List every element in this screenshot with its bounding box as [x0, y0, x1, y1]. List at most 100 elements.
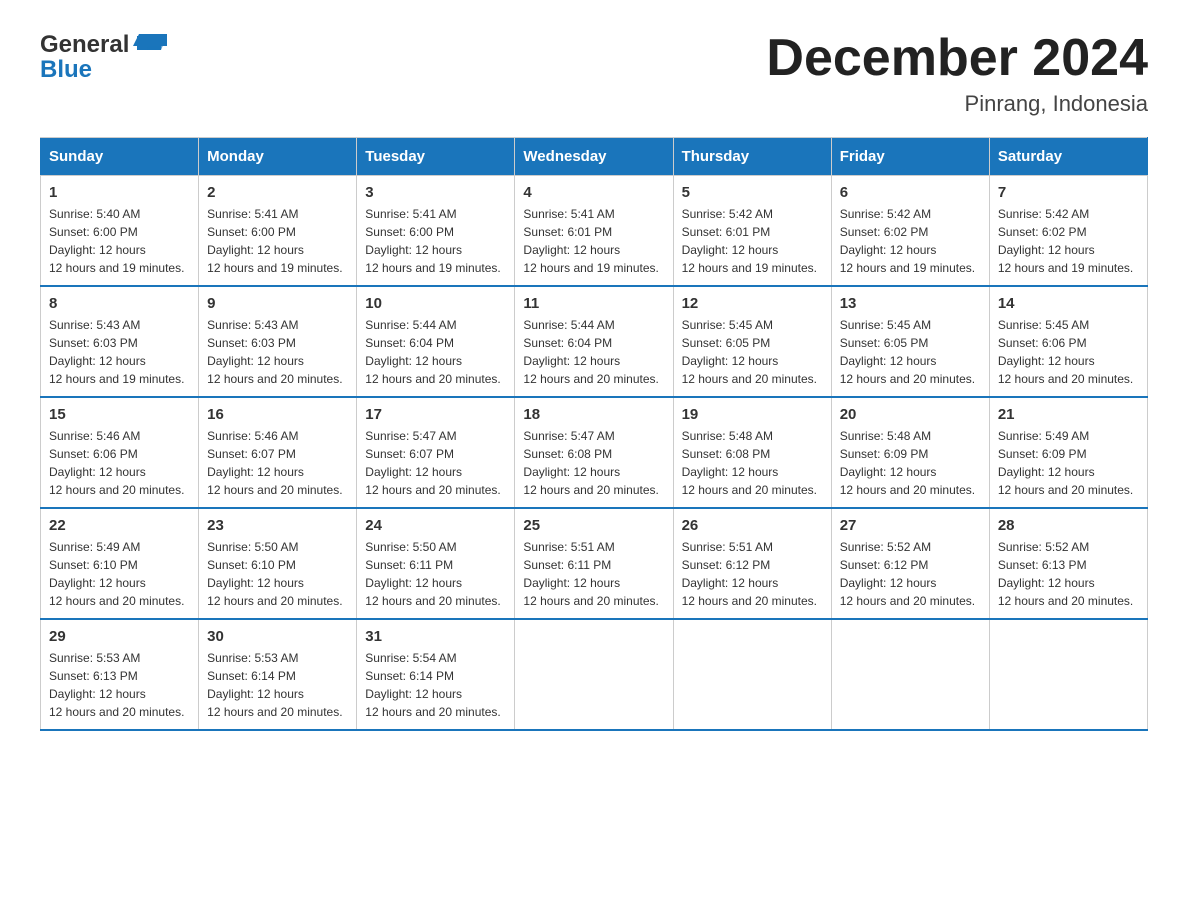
day-info: Sunrise: 5:52 AMSunset: 6:12 PMDaylight:… [840, 538, 981, 610]
calendar-day-cell: 19 Sunrise: 5:48 AMSunset: 6:08 PMDayligh… [673, 397, 831, 508]
day-number: 31 [365, 628, 506, 645]
day-info: Sunrise: 5:54 AMSunset: 6:14 PMDaylight:… [365, 649, 506, 721]
day-info: Sunrise: 5:50 AMSunset: 6:10 PMDaylight:… [207, 538, 348, 610]
calendar-day-cell: 22Sunrise: 5:49 AMSunset: 6:10 PMDayligh… [41, 508, 199, 619]
day-info: Sunrise: 5:49 AMSunset: 6:10 PMDaylight:… [49, 538, 190, 610]
calendar-day-cell [989, 619, 1147, 730]
day-info: Sunrise: 5:51 AMSunset: 6:12 PMDaylight:… [682, 538, 823, 610]
day-number: 4 [523, 184, 664, 201]
day-info: Sunrise: 5:41 AMSunset: 6:01 PMDaylight:… [523, 205, 664, 277]
day-info: Sunrise: 5:40 AMSunset: 6:00 PMDaylight:… [49, 205, 190, 277]
day-number: 26 [682, 517, 823, 534]
calendar-day-cell: 18Sunrise: 5:47 AMSunset: 6:08 PMDayligh… [515, 397, 673, 508]
day-number: 1 [49, 184, 190, 201]
calendar-day-cell: 7 Sunrise: 5:42 AMSunset: 6:02 PMDaylight… [989, 176, 1147, 287]
day-info: Sunrise: 5:49 AMSunset: 6:09 PMDaylight:… [998, 427, 1139, 499]
calendar-day-cell: 26 Sunrise: 5:51 AMSunset: 6:12 PMDayligh… [673, 508, 831, 619]
calendar-week-row: 22Sunrise: 5:49 AMSunset: 6:10 PMDayligh… [41, 508, 1148, 619]
calendar-day-cell: 29 Sunrise: 5:53 AMSunset: 6:13 PMDayligh… [41, 619, 199, 730]
calendar-day-cell: 21 Sunrise: 5:49 AMSunset: 6:09 PMDayligh… [989, 397, 1147, 508]
day-info: Sunrise: 5:46 AMSunset: 6:06 PMDaylight:… [49, 427, 190, 499]
day-number: 6 [840, 184, 981, 201]
calendar-day-cell: 15 Sunrise: 5:46 AMSunset: 6:06 PMDayligh… [41, 397, 199, 508]
day-info: Sunrise: 5:41 AMSunset: 6:00 PMDaylight:… [365, 205, 506, 277]
weekday-header-row: SundayMondayTuesdayWednesdayThursdayFrid… [41, 138, 1148, 176]
header: General Blue December 2024 Pinrang, Indo… [40, 30, 1148, 117]
calendar-day-cell: 10 Sunrise: 5:44 AMSunset: 6:04 PMDayligh… [357, 286, 515, 397]
day-number: 18 [523, 406, 664, 423]
calendar-day-cell: 31 Sunrise: 5:54 AMSunset: 6:14 PMDayligh… [357, 619, 515, 730]
day-info: Sunrise: 5:47 AMSunset: 6:07 PMDaylight:… [365, 427, 506, 499]
calendar-day-cell: 3 Sunrise: 5:41 AMSunset: 6:00 PMDaylight… [357, 176, 515, 287]
calendar-day-cell: 8 Sunrise: 5:43 AMSunset: 6:03 PMDaylight… [41, 286, 199, 397]
calendar-day-cell [831, 619, 989, 730]
calendar-week-row: 29 Sunrise: 5:53 AMSunset: 6:13 PMDayligh… [41, 619, 1148, 730]
weekday-header: Thursday [673, 138, 831, 176]
day-number: 9 [207, 295, 348, 312]
calendar-week-row: 8 Sunrise: 5:43 AMSunset: 6:03 PMDaylight… [41, 286, 1148, 397]
day-info: Sunrise: 5:41 AMSunset: 6:00 PMDaylight:… [207, 205, 348, 277]
calendar-day-cell: 16Sunrise: 5:46 AMSunset: 6:07 PMDayligh… [199, 397, 357, 508]
day-number: 7 [998, 184, 1139, 201]
calendar-subtitle: Pinrang, Indonesia [766, 91, 1148, 117]
day-info: Sunrise: 5:46 AMSunset: 6:07 PMDaylight:… [207, 427, 348, 499]
calendar-day-cell: 11 Sunrise: 5:44 AMSunset: 6:04 PMDayligh… [515, 286, 673, 397]
calendar-day-cell: 2 Sunrise: 5:41 AMSunset: 6:00 PMDaylight… [199, 176, 357, 287]
weekday-header: Sunday [41, 138, 199, 176]
weekday-header: Tuesday [357, 138, 515, 176]
day-number: 25 [523, 517, 664, 534]
logo-general-text: General [40, 31, 129, 59]
day-number: 14 [998, 295, 1139, 312]
day-number: 29 [49, 628, 190, 645]
day-number: 19 [682, 406, 823, 423]
day-number: 11 [523, 295, 664, 312]
day-info: Sunrise: 5:45 AMSunset: 6:06 PMDaylight:… [998, 316, 1139, 388]
day-number: 13 [840, 295, 981, 312]
day-number: 5 [682, 184, 823, 201]
calendar-day-cell [673, 619, 831, 730]
calendar-week-row: 15 Sunrise: 5:46 AMSunset: 6:06 PMDayligh… [41, 397, 1148, 508]
calendar-day-cell: 4 Sunrise: 5:41 AMSunset: 6:01 PMDaylight… [515, 176, 673, 287]
day-info: Sunrise: 5:42 AMSunset: 6:01 PMDaylight:… [682, 205, 823, 277]
day-number: 12 [682, 295, 823, 312]
day-number: 27 [840, 517, 981, 534]
calendar-table: SundayMondayTuesdayWednesdayThursdayFrid… [40, 137, 1148, 731]
day-info: Sunrise: 5:45 AMSunset: 6:05 PMDaylight:… [682, 316, 823, 388]
weekday-header: Saturday [989, 138, 1147, 176]
day-info: Sunrise: 5:50 AMSunset: 6:11 PMDaylight:… [365, 538, 506, 610]
calendar-day-cell: 28Sunrise: 5:52 AMSunset: 6:13 PMDayligh… [989, 508, 1147, 619]
calendar-day-cell: 23 Sunrise: 5:50 AMSunset: 6:10 PMDayligh… [199, 508, 357, 619]
day-number: 10 [365, 295, 506, 312]
day-number: 21 [998, 406, 1139, 423]
day-info: Sunrise: 5:43 AMSunset: 6:03 PMDaylight:… [207, 316, 348, 388]
day-info: Sunrise: 5:48 AMSunset: 6:08 PMDaylight:… [682, 427, 823, 499]
day-number: 15 [49, 406, 190, 423]
day-info: Sunrise: 5:44 AMSunset: 6:04 PMDaylight:… [523, 316, 664, 388]
day-info: Sunrise: 5:42 AMSunset: 6:02 PMDaylight:… [998, 205, 1139, 277]
weekday-header: Monday [199, 138, 357, 176]
logo: General Blue [40, 30, 167, 84]
calendar-day-cell: 24Sunrise: 5:50 AMSunset: 6:11 PMDayligh… [357, 508, 515, 619]
day-info: Sunrise: 5:51 AMSunset: 6:11 PMDaylight:… [523, 538, 664, 610]
day-info: Sunrise: 5:52 AMSunset: 6:13 PMDaylight:… [998, 538, 1139, 610]
calendar-day-cell: 30Sunrise: 5:53 AMSunset: 6:14 PMDayligh… [199, 619, 357, 730]
title-area: December 2024 Pinrang, Indonesia [766, 30, 1148, 117]
logo-blue-text: Blue [40, 56, 92, 84]
day-number: 23 [207, 517, 348, 534]
calendar-day-cell: 9 Sunrise: 5:43 AMSunset: 6:03 PMDaylight… [199, 286, 357, 397]
calendar-day-cell: 14 Sunrise: 5:45 AMSunset: 6:06 PMDayligh… [989, 286, 1147, 397]
day-info: Sunrise: 5:48 AMSunset: 6:09 PMDaylight:… [840, 427, 981, 499]
day-number: 3 [365, 184, 506, 201]
day-info: Sunrise: 5:43 AMSunset: 6:03 PMDaylight:… [49, 316, 190, 388]
day-info: Sunrise: 5:44 AMSunset: 6:04 PMDaylight:… [365, 316, 506, 388]
calendar-week-row: 1 Sunrise: 5:40 AMSunset: 6:00 PMDaylight… [41, 176, 1148, 287]
calendar-day-cell: 5 Sunrise: 5:42 AMSunset: 6:01 PMDaylight… [673, 176, 831, 287]
weekday-header: Wednesday [515, 138, 673, 176]
weekday-header: Friday [831, 138, 989, 176]
day-number: 30 [207, 628, 348, 645]
day-info: Sunrise: 5:42 AMSunset: 6:02 PMDaylight:… [840, 205, 981, 277]
day-number: 2 [207, 184, 348, 201]
day-info: Sunrise: 5:53 AMSunset: 6:13 PMDaylight:… [49, 649, 190, 721]
calendar-day-cell: 25 Sunrise: 5:51 AMSunset: 6:11 PMDayligh… [515, 508, 673, 619]
day-number: 8 [49, 295, 190, 312]
